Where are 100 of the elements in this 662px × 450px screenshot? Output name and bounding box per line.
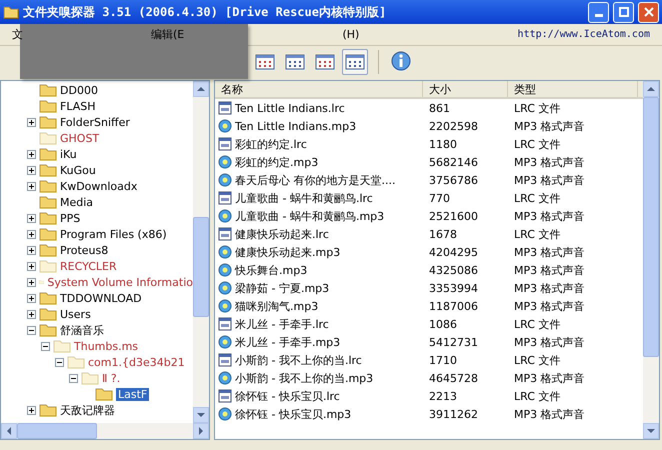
type-cell-text: LRC 文件 bbox=[513, 316, 562, 332]
collapse-icon[interactable] bbox=[69, 374, 78, 382]
file-name[interactable]: 梁静茹 - 宁夏.mp3 bbox=[235, 280, 330, 296]
text-file-icon bbox=[218, 101, 232, 115]
folder-label[interactable]: Ⅱ ?. bbox=[102, 372, 120, 384]
file-name[interactable]: 徐怀钰 - 快乐宝贝.lrc bbox=[235, 388, 340, 404]
column-header[interactable]: 大小 bbox=[423, 81, 508, 97]
minimize-button[interactable] bbox=[588, 2, 609, 22]
expand-icon[interactable] bbox=[27, 246, 36, 254]
type-cell-text: MP3 格式声音 bbox=[513, 154, 586, 170]
folder-label[interactable]: Thumbs.ms bbox=[74, 340, 138, 352]
expand-icon[interactable] bbox=[27, 230, 36, 238]
file-name[interactable]: 彩虹的约定.lrc bbox=[235, 136, 307, 152]
file-name[interactable]: 小斯韵 - 我不上你的当.mp3 bbox=[235, 370, 374, 386]
media-file-icon bbox=[218, 407, 232, 421]
app-icon bbox=[3, 5, 19, 19]
expand-icon[interactable] bbox=[27, 262, 36, 270]
size-cell-text: 3911262 bbox=[428, 408, 479, 420]
close-button[interactable] bbox=[638, 2, 659, 22]
folder-label[interactable]: Proteus8 bbox=[60, 244, 108, 256]
scroll-up-icon[interactable] bbox=[647, 85, 655, 93]
size-cell-text: 1187006 bbox=[428, 300, 479, 312]
column-header[interactable]: 名称 bbox=[215, 81, 423, 97]
folder-label[interactable]: TDDOWNLOAD bbox=[60, 292, 142, 304]
folder-icon bbox=[39, 243, 57, 257]
folder-label[interactable]: Media bbox=[60, 196, 94, 208]
text-file-icon bbox=[218, 137, 232, 151]
folder-label[interactable]: LastF bbox=[116, 388, 150, 400]
folder-label[interactable]: 舒涵音乐 bbox=[60, 322, 104, 338]
media-file-icon bbox=[218, 371, 232, 385]
website-link[interactable]: http://www.IceAtom.com bbox=[518, 29, 650, 40]
scroll-right-icon[interactable] bbox=[197, 427, 205, 435]
media-file-icon bbox=[218, 299, 232, 313]
collapse-icon[interactable] bbox=[41, 342, 50, 350]
file-name[interactable]: 快乐舞台.mp3 bbox=[235, 262, 308, 278]
folder-icon bbox=[53, 339, 71, 353]
scroll-down-icon[interactable] bbox=[197, 411, 205, 419]
menu-item[interactable]: 编辑(E bbox=[151, 27, 184, 42]
expand-icon[interactable] bbox=[27, 214, 36, 222]
file-name[interactable]: 彩虹的约定.mp3 bbox=[235, 154, 318, 170]
folder-label[interactable]: GHOST bbox=[60, 132, 100, 144]
file-name[interactable]: 健康快乐动起来.mp3 bbox=[235, 244, 340, 260]
expand-icon[interactable] bbox=[27, 294, 36, 302]
media-file-icon bbox=[218, 155, 232, 169]
maximize-button[interactable] bbox=[613, 2, 634, 22]
file-name[interactable]: Ten Little Indians.mp3 bbox=[235, 120, 356, 132]
folder-label[interactable]: DD000 bbox=[60, 84, 98, 96]
file-name[interactable]: Ten Little Indians.lrc bbox=[235, 102, 345, 114]
folder-label[interactable]: KuGou bbox=[60, 164, 96, 176]
folder-label[interactable]: PPS bbox=[60, 212, 80, 224]
file-name[interactable]: 春天后母心 有你的地方是天堂.... bbox=[235, 172, 396, 188]
size-cell-text: 4325086 bbox=[428, 264, 479, 276]
file-name[interactable]: 米儿丝 - 手牵手.lrc bbox=[235, 316, 329, 332]
file-name[interactable]: 米儿丝 - 手牵手.mp3 bbox=[235, 334, 340, 350]
expand-icon[interactable] bbox=[27, 166, 36, 174]
file-name[interactable]: 徐怀钰 - 快乐宝贝.mp3 bbox=[235, 406, 352, 422]
file-name[interactable]: 猫咪别淘气.mp3 bbox=[235, 298, 318, 314]
type-cell-text: LRC 文件 bbox=[513, 190, 562, 206]
expand-icon[interactable] bbox=[27, 118, 36, 126]
view-mode-button[interactable] bbox=[342, 49, 368, 75]
file-name[interactable]: 儿童歌曲 - 蜗牛和黄鹂鸟.mp3 bbox=[235, 208, 384, 224]
scrollbar-thumb[interactable] bbox=[17, 423, 97, 439]
folder-label[interactable]: System Volume Informatio bbox=[47, 276, 193, 288]
menu-item[interactable]: 文 bbox=[12, 27, 23, 42]
type-cell-text: LRC 文件 bbox=[513, 226, 562, 242]
expand-icon[interactable] bbox=[27, 182, 36, 190]
file-name[interactable]: 小斯韵 - 我不上你的当.lrc bbox=[235, 352, 362, 368]
folder-icon bbox=[39, 163, 57, 177]
column-header[interactable]: 类型 bbox=[508, 81, 638, 97]
type-cell-text: MP3 格式声音 bbox=[513, 280, 586, 296]
file-name[interactable]: 健康快乐动起来.lrc bbox=[235, 226, 329, 242]
scroll-left-icon[interactable] bbox=[5, 427, 13, 435]
folder-icon bbox=[39, 211, 57, 225]
folder-label[interactable]: com1.{d3e34b21 bbox=[88, 356, 185, 368]
collapse-icon[interactable] bbox=[55, 358, 64, 366]
folder-label[interactable]: FLASH bbox=[60, 100, 96, 112]
folder-label[interactable]: Program Files (x86) bbox=[60, 228, 167, 240]
folder-label[interactable]: RECYCLER bbox=[60, 260, 117, 272]
size-cell-text: 1710 bbox=[428, 354, 458, 366]
expand-icon[interactable] bbox=[27, 310, 36, 318]
folder-label[interactable]: FolderSniffer bbox=[60, 116, 130, 128]
scrollbar-thumb[interactable] bbox=[193, 217, 209, 317]
folder-label[interactable]: Users bbox=[60, 308, 91, 320]
size-cell-text: 1086 bbox=[428, 318, 458, 330]
file-name[interactable]: 儿童歌曲 - 蜗牛和黄鹂鸟.lrc bbox=[235, 190, 373, 206]
expand-icon[interactable] bbox=[27, 278, 36, 286]
size-cell-text: 3353994 bbox=[428, 282, 479, 294]
menu-item[interactable]: (H) bbox=[342, 28, 360, 41]
minimize-icon bbox=[594, 14, 602, 16]
collapse-icon[interactable] bbox=[27, 326, 36, 334]
expand-icon[interactable] bbox=[27, 406, 36, 414]
size-cell-text: 1678 bbox=[428, 228, 458, 240]
scrollbar-thumb[interactable] bbox=[643, 97, 659, 357]
scroll-down-icon[interactable] bbox=[647, 427, 655, 435]
scroll-up-icon[interactable] bbox=[197, 85, 205, 93]
expand-icon[interactable] bbox=[27, 150, 36, 158]
text-file-icon bbox=[218, 317, 232, 331]
folder-label[interactable]: iKu bbox=[60, 148, 77, 160]
folder-label[interactable]: KwDownloadx bbox=[60, 180, 138, 192]
folder-label[interactable]: 天敌记牌器 bbox=[60, 402, 115, 418]
